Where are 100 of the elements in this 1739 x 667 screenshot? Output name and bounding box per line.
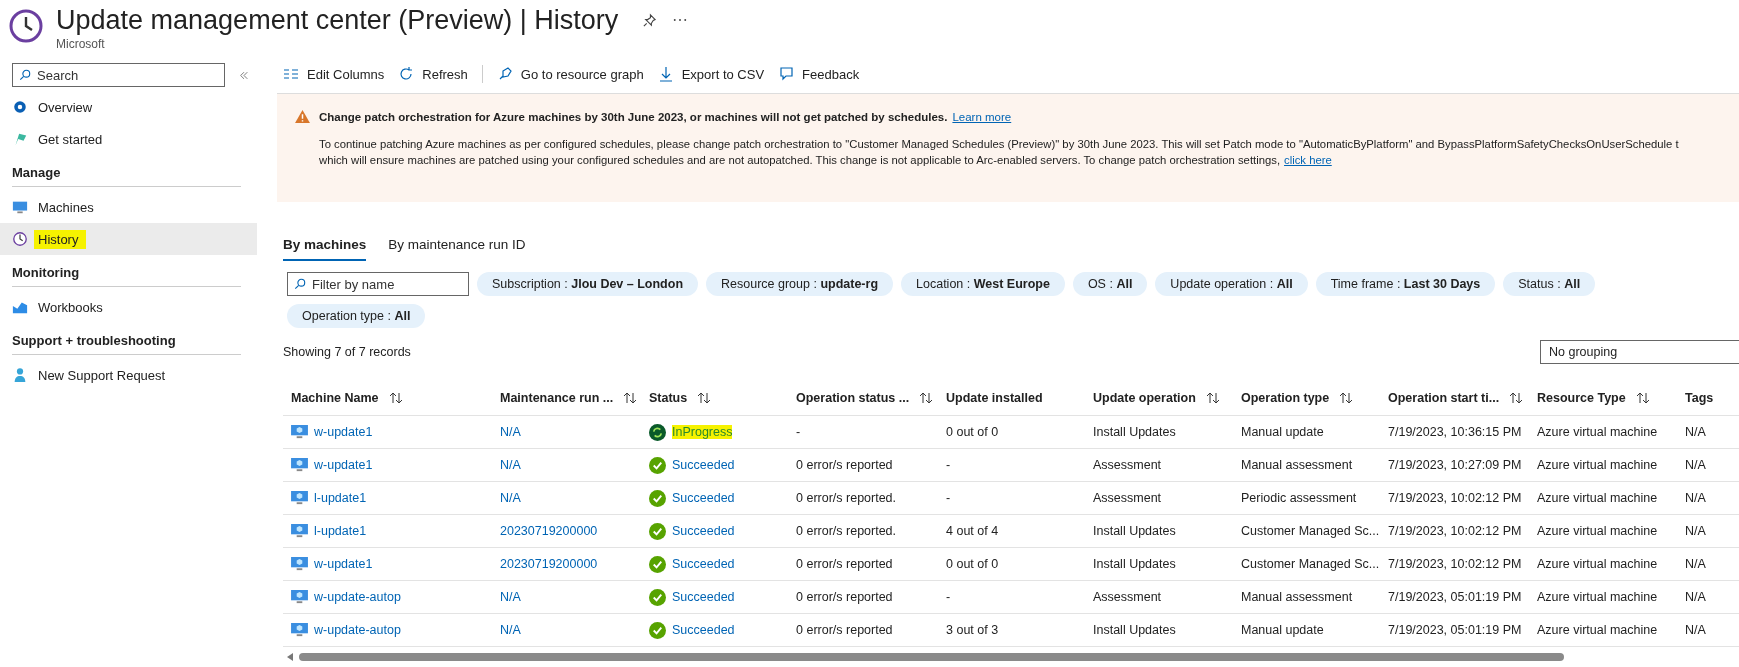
column-header[interactable]: Operation status ...: [788, 391, 938, 405]
status-link[interactable]: Succeeded: [672, 623, 735, 637]
column-header[interactable]: Maintenance run ...: [492, 391, 641, 405]
sort-icon[interactable]: [1205, 392, 1220, 404]
feedback-icon: [778, 66, 795, 82]
table-cell-text: 0 error/s reported.: [795, 491, 898, 505]
filter-pill[interactable]: Resource group : update-rg: [706, 272, 894, 296]
sort-icon[interactable]: [1635, 392, 1650, 404]
filter-pill[interactable]: Update operation : All: [1155, 272, 1308, 296]
status-link[interactable]: Succeeded: [672, 557, 735, 571]
more-icon[interactable]: [673, 18, 688, 22]
toolbar-button[interactable]: Feedback: [778, 66, 860, 82]
sort-icon[interactable]: [1509, 392, 1524, 404]
column-header[interactable]: Update operation: [1085, 391, 1233, 405]
filter-pill[interactable]: Status : All: [1503, 272, 1596, 296]
clock-icon: [8, 8, 44, 44]
maintenance-run-link[interactable]: N/A: [500, 491, 521, 505]
table-cell-text: Azure virtual machine: [1536, 425, 1659, 439]
table-cell-text: 7/19/2023, 10:02:12 PM: [1387, 524, 1523, 538]
column-header[interactable]: Tags: [1677, 391, 1739, 405]
machine-link[interactable]: w-update1: [314, 425, 373, 439]
tab[interactable]: By machines: [283, 233, 367, 261]
table-cell-text: N/A: [1684, 623, 1707, 637]
nav-item[interactable]: Machines: [0, 191, 257, 223]
column-header[interactable]: Operation start ti...: [1380, 391, 1529, 405]
maintenance-run-link[interactable]: N/A: [500, 623, 521, 637]
table-cell-text: Azure virtual machine: [1536, 590, 1659, 604]
tab[interactable]: By maintenance run ID: [388, 233, 526, 261]
table-cell-text: 4 out of 4: [945, 524, 1000, 538]
table-cell-text: Azure virtual machine: [1536, 557, 1659, 571]
table-cell-text: N/A: [1684, 524, 1707, 538]
nav-item[interactable]: Overview: [0, 91, 257, 123]
maintenance-run-link[interactable]: N/A: [500, 590, 521, 604]
column-header[interactable]: Resource Type: [1529, 391, 1677, 405]
table-cell-text: -: [945, 458, 952, 472]
maintenance-run-link[interactable]: N/A: [500, 425, 521, 439]
filter-pill[interactable]: Location : West Europe: [901, 272, 1065, 296]
scroll-left-icon[interactable]: [287, 653, 293, 661]
nav-item[interactable]: History: [0, 223, 257, 255]
machine-link[interactable]: w-update1: [314, 458, 373, 472]
status-link[interactable]: Succeeded: [672, 491, 735, 505]
maintenance-run-link[interactable]: N/A: [500, 458, 521, 472]
column-header[interactable]: Status: [641, 391, 788, 405]
status-link[interactable]: Succeeded: [672, 590, 735, 604]
banner-title: Change patch orchestration for Azure machines by 30th June 2023, or machines will not get patched by schedules.: [319, 110, 948, 123]
table-cell-text: 7/19/2023, 10:02:12 PM: [1387, 557, 1523, 571]
maintenance-run-link[interactable]: 20230719200000: [500, 524, 598, 538]
table-cell-text: Azure virtual machine: [1536, 623, 1659, 637]
click-here-link[interactable]: click here: [1284, 152, 1332, 168]
nav-item[interactable]: Workbooks: [0, 291, 257, 323]
sort-icon[interactable]: [623, 392, 638, 404]
filter-pill[interactable]: Operation type : All: [287, 304, 426, 328]
filter-pill[interactable]: Time frame : Last 30 Days: [1315, 272, 1496, 296]
machine-link[interactable]: w-update-autop: [314, 623, 401, 637]
table-cell-text: N/A: [1684, 458, 1707, 472]
table-cell-text: Manual assessment: [1240, 590, 1354, 604]
status-link[interactable]: Succeeded: [672, 524, 735, 538]
sort-icon[interactable]: [388, 392, 403, 404]
section-heading: Manage: [12, 160, 241, 187]
filter-pill[interactable]: Subscription : Jlou Dev – London: [477, 272, 699, 296]
toolbar-button[interactable]: Refresh: [398, 66, 468, 82]
machine-link[interactable]: l-update1: [314, 491, 367, 505]
learn-more-link[interactable]: Learn more: [952, 110, 1012, 123]
search-icon: [294, 278, 306, 290]
warning-icon: [295, 110, 310, 123]
search-field[interactable]: Search: [12, 63, 225, 87]
machine-link[interactable]: l-update1: [314, 524, 367, 538]
success-icon: [649, 555, 666, 573]
table-cell-text: Install Updates: [1092, 524, 1177, 538]
filter-field[interactable]: Filter by name: [287, 272, 469, 296]
toolbar-button[interactable]: Edit Columns: [283, 66, 385, 82]
columns-icon: [283, 66, 299, 82]
table-cell-text: 0 error/s reported.: [795, 524, 898, 538]
status-link[interactable]: InProgress: [672, 425, 733, 439]
scrollbar-thumb[interactable]: [299, 653, 1564, 661]
machine-link[interactable]: w-update-autop: [314, 590, 401, 604]
column-header[interactable]: Operation type: [1233, 391, 1380, 405]
collapse-icon[interactable]: [239, 70, 249, 80]
table-cell-text: N/A: [1684, 557, 1707, 571]
nav-item[interactable]: New Support Request: [0, 359, 257, 391]
table-cell-text: Install Updates: [1092, 557, 1177, 571]
status-link[interactable]: Succeeded: [672, 458, 735, 472]
pin-icon[interactable]: [642, 12, 658, 28]
sort-icon[interactable]: [1339, 392, 1354, 404]
sort-icon[interactable]: [697, 392, 712, 404]
table-cell-text: 7/19/2023, 10:02:12 PM: [1387, 491, 1523, 505]
column-header[interactable]: Update installed: [938, 391, 1085, 405]
table-cell-text: 0 out of 0: [945, 557, 1000, 571]
monitor-icon: [291, 424, 308, 440]
column-header[interactable]: Machine Name: [283, 391, 492, 405]
machine-link[interactable]: w-update1: [314, 557, 373, 571]
section-heading: Monitoring: [12, 260, 241, 287]
sort-icon[interactable]: [919, 392, 934, 404]
grouping-dropdown[interactable]: No grouping: [1540, 340, 1739, 364]
nav-item[interactable]: Get started: [0, 123, 257, 155]
toolbar-button[interactable]: Export to CSV: [657, 66, 765, 82]
toolbar-button[interactable]: Go to resource graph: [496, 66, 644, 82]
maintenance-run-link[interactable]: 20230719200000: [500, 557, 598, 571]
filter-pill[interactable]: OS : All: [1072, 272, 1148, 296]
table-cell-text: Assessment: [1092, 590, 1163, 604]
